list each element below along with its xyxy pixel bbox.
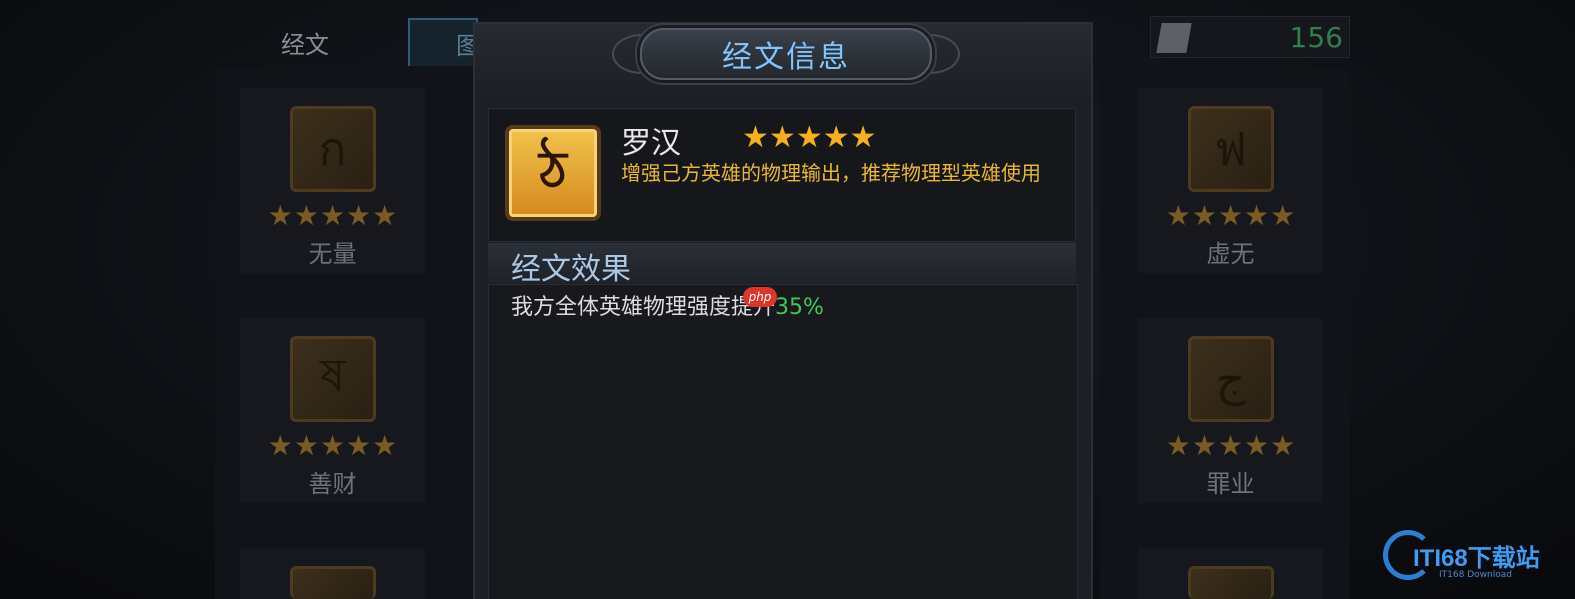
star-icon: ★	[795, 120, 823, 155]
star-icon: ★	[768, 120, 796, 155]
star-icon: ★	[1270, 199, 1296, 232]
star-rating: ★ ★ ★ ★ ★	[268, 201, 398, 231]
star-icon: ★	[1191, 429, 1217, 462]
effect-value: 35%	[775, 295, 824, 320]
star-icon: ★	[1217, 429, 1244, 462]
star-icon: ★	[319, 199, 346, 232]
star-icon: ★	[1191, 199, 1217, 232]
scripture-slot-left-1[interactable]: ก ★ ★ ★ ★ ★ 无量	[240, 88, 425, 273]
star-icon: ★	[267, 429, 293, 462]
star-icon: ★	[1244, 199, 1270, 232]
scripture-item-name: 罗汉	[621, 126, 681, 161]
effect-section-title: 经文效果	[511, 252, 631, 287]
php-badge: php	[743, 287, 777, 307]
scripture-emblem-icon: ฟ	[1187, 106, 1274, 192]
currency-value: 156	[1289, 21, 1343, 54]
effect-description: 我方全体英雄物理强度提升35%	[511, 289, 824, 321]
watermark-subtext: IT168 Download	[1439, 570, 1512, 580]
scroll-currency-icon	[1156, 23, 1192, 53]
scripture-emblem-icon	[289, 566, 376, 599]
star-icon: ★	[1165, 429, 1191, 462]
star-icon: ★	[372, 429, 398, 462]
star-icon: ★	[1270, 429, 1296, 462]
scripture-slot-right-3[interactable]	[1138, 548, 1323, 599]
scripture-emblem-icon	[1187, 566, 1274, 599]
effect-text: 我方全体英雄物理强度提升	[511, 295, 776, 320]
site-watermark: ITI68下载站 IT168 Download	[1383, 528, 1563, 588]
scripture-slot-left-3[interactable]	[240, 548, 425, 599]
currency-display: 156	[1150, 16, 1350, 58]
star-icon: ★	[849, 120, 877, 155]
star-icon: ★	[346, 429, 372, 462]
scripture-emblem-icon: ج	[1187, 336, 1274, 422]
star-icon: ★	[346, 199, 372, 232]
star-icon: ★	[267, 199, 293, 232]
watermark-text: ITI68下载站	[1413, 545, 1540, 572]
star-icon: ★	[1165, 199, 1191, 232]
star-icon: ★	[372, 199, 398, 232]
star-rating: ★ ★ ★ ★ ★	[1166, 431, 1296, 461]
scripture-slot-right-1[interactable]: ฟ ★ ★ ★ ★ ★ 虚无	[1138, 88, 1323, 273]
arhat-emblem-icon: ঠ	[505, 125, 601, 221]
star-icon: ★	[742, 120, 769, 155]
scripture-emblem-icon: ก	[289, 106, 376, 192]
star-icon: ★	[293, 199, 319, 232]
effect-section-body	[488, 284, 1078, 599]
scripture-slot-right-2[interactable]: ج ★ ★ ★ ★ ★ 罪业	[1138, 318, 1323, 503]
item-star-rating: ★ ★ ★ ★ ★	[742, 120, 877, 156]
scripture-name: 善财	[308, 470, 357, 498]
modal-title: 经文信息	[722, 40, 850, 75]
scripture-emblem-icon: ষ	[289, 336, 376, 422]
scripture-name: 罪业	[1206, 470, 1255, 498]
star-icon: ★	[1244, 429, 1270, 462]
scripture-slot-left-2[interactable]: ষ ★ ★ ★ ★ ★ 善财	[240, 318, 425, 503]
scripture-name: 虚无	[1206, 240, 1255, 268]
star-icon: ★	[822, 120, 850, 155]
star-icon: ★	[1217, 199, 1244, 232]
scripture-name: 无量	[308, 240, 357, 268]
star-rating: ★ ★ ★ ★ ★	[1166, 201, 1296, 231]
star-icon: ★	[319, 429, 346, 462]
star-icon: ★	[293, 429, 319, 462]
scripture-description: 增强己方英雄的物理输出，推荐物理型英雄使用	[621, 161, 1041, 185]
tab-scripture[interactable]: 经文	[230, 18, 380, 66]
star-rating: ★ ★ ★ ★ ★	[268, 431, 398, 461]
tab-second[interactable]: 图	[408, 18, 480, 66]
